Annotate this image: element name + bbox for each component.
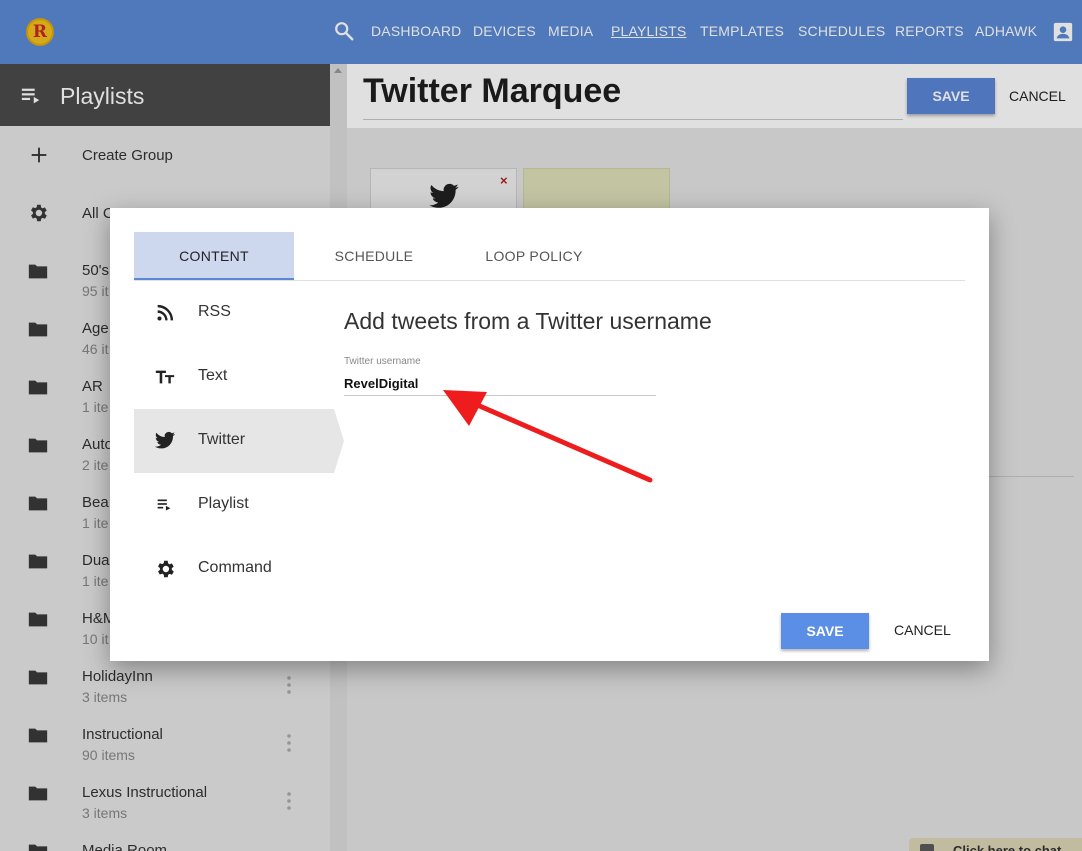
content-type-rss[interactable]: RSS — [134, 281, 334, 345]
annotation-arrow — [443, 390, 653, 483]
panel-heading: Add tweets from a Twitter username — [344, 308, 712, 334]
menu-label: Twitter — [198, 431, 246, 448]
rss-icon — [157, 304, 174, 321]
menu-label: Text — [198, 367, 228, 384]
playlist-icon — [157, 499, 171, 511]
menu-label: Command — [198, 559, 272, 576]
active-menu-pointer — [334, 409, 344, 473]
content-type-twitter[interactable]: Twitter — [134, 409, 334, 473]
dialog-save-button[interactable]: SAVE — [781, 613, 869, 649]
text-size-icon — [155, 370, 175, 384]
menu-label: RSS — [198, 303, 231, 320]
twitter-icon — [154, 431, 176, 449]
content-type-command[interactable]: Command — [134, 537, 334, 601]
content-type-playlist[interactable]: Playlist — [134, 473, 334, 537]
content-type-text[interactable]: Text — [134, 345, 334, 409]
add-content-dialog: CONTENT SCHEDULE LOOP POLICY RSS Text Tw… — [110, 208, 989, 661]
tab-content[interactable]: CONTENT — [134, 232, 294, 280]
menu-label: Playlist — [198, 495, 249, 512]
tab-schedule[interactable]: SCHEDULE — [294, 232, 454, 280]
tab-loop-policy[interactable]: LOOP POLICY — [454, 232, 614, 280]
twitter-username-label: Twitter username — [344, 356, 421, 367]
gear-icon — [158, 560, 174, 578]
dialog-cancel-button[interactable]: CANCEL — [894, 622, 951, 638]
